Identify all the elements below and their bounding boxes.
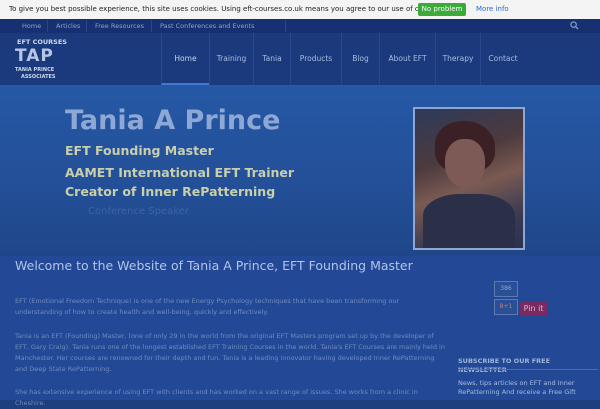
pinterest-button[interactable]: Pin it [520, 302, 547, 316]
toplink-divider [47, 20, 48, 32]
newsletter-title: SUBSCRIBE TO OUR FREE NEWSLETTER [458, 357, 551, 374]
nav-item-tania[interactable]: Tania [253, 33, 290, 85]
google-plus-button[interactable]: 8+1 [494, 299, 518, 315]
cookie-message: To give you best possible experience, th… [9, 5, 444, 13]
site-logo[interactable]: EFT COURSES TAP TANIA PRINCE ASSOCIATES [15, 37, 71, 83]
toplink-articles[interactable]: Articles [56, 22, 80, 30]
toplink-past-conferences[interactable]: Past Conferences and Events [160, 22, 255, 30]
hero-title-speaker: Conference Speaker [88, 206, 189, 217]
logo-line-name: TANIA PRINCE [15, 67, 55, 73]
hero-title-creator: Creator of Inner RePatterning [65, 184, 276, 199]
share-count: 386 [494, 281, 518, 297]
portrait-body [423, 194, 515, 248]
toplink-free-resources[interactable]: Free Resources [95, 22, 144, 30]
hero-name: Tania A Prince [65, 105, 281, 136]
nav-item-home[interactable]: Home [161, 33, 209, 85]
nav-item-products[interactable]: Products [290, 33, 341, 85]
newsletter-text: News, tips articles on EFT and Inner ReP… [458, 379, 576, 396]
main-content: Welcome to the Website of Tania A Prince… [0, 256, 600, 407]
logo-line-eft-courses: EFT COURSES [17, 38, 67, 46]
site-header: EFT COURSES TAP TANIA PRINCE ASSOCIATES … [0, 33, 600, 85]
nav-item-contact[interactable]: Contact [480, 33, 525, 85]
hero-title-founding-master: EFT Founding Master [65, 143, 214, 158]
newsletter-divider [458, 369, 598, 370]
bio-paragraph: Tania is an EFT (Founding) Master, (one … [15, 332, 445, 373]
nav-item-training[interactable]: Training [209, 33, 253, 85]
portrait-photo [413, 107, 525, 250]
hero-banner: Tania A Prince EFT Founding Master AAMET… [0, 85, 600, 256]
search-icon[interactable] [570, 21, 579, 30]
nav-item-blog[interactable]: Blog [341, 33, 379, 85]
toplink-divider [86, 20, 87, 32]
toplink-divider [285, 20, 286, 32]
cookie-accept-button[interactable]: No problem [418, 3, 466, 16]
cookie-more-info-link[interactable]: More info [476, 5, 509, 13]
logo-line-associates: ASSOCIATES [21, 74, 56, 80]
top-links-bar: Home Articles Free Resources Past Confer… [0, 19, 600, 33]
intro-paragraph: EFT (Emotional Freedom Technique) is one… [15, 297, 400, 316]
page-heading: Welcome to the Website of Tania A Prince… [15, 258, 413, 273]
logo-mark: TAP [15, 46, 54, 66]
toplink-home[interactable]: Home [22, 22, 41, 30]
toplink-divider [151, 20, 152, 32]
experience-paragraph: She has extensive experience of using EF… [15, 388, 418, 407]
portrait-face [445, 139, 485, 187]
nav-item-about-eft[interactable]: About EFT [379, 33, 435, 85]
cookie-banner: To give you best possible experience, th… [0, 0, 600, 19]
nav-item-therapy[interactable]: Therapy [435, 33, 480, 85]
hero-title-aamet-trainer: AAMET International EFT Trainer [65, 165, 295, 180]
